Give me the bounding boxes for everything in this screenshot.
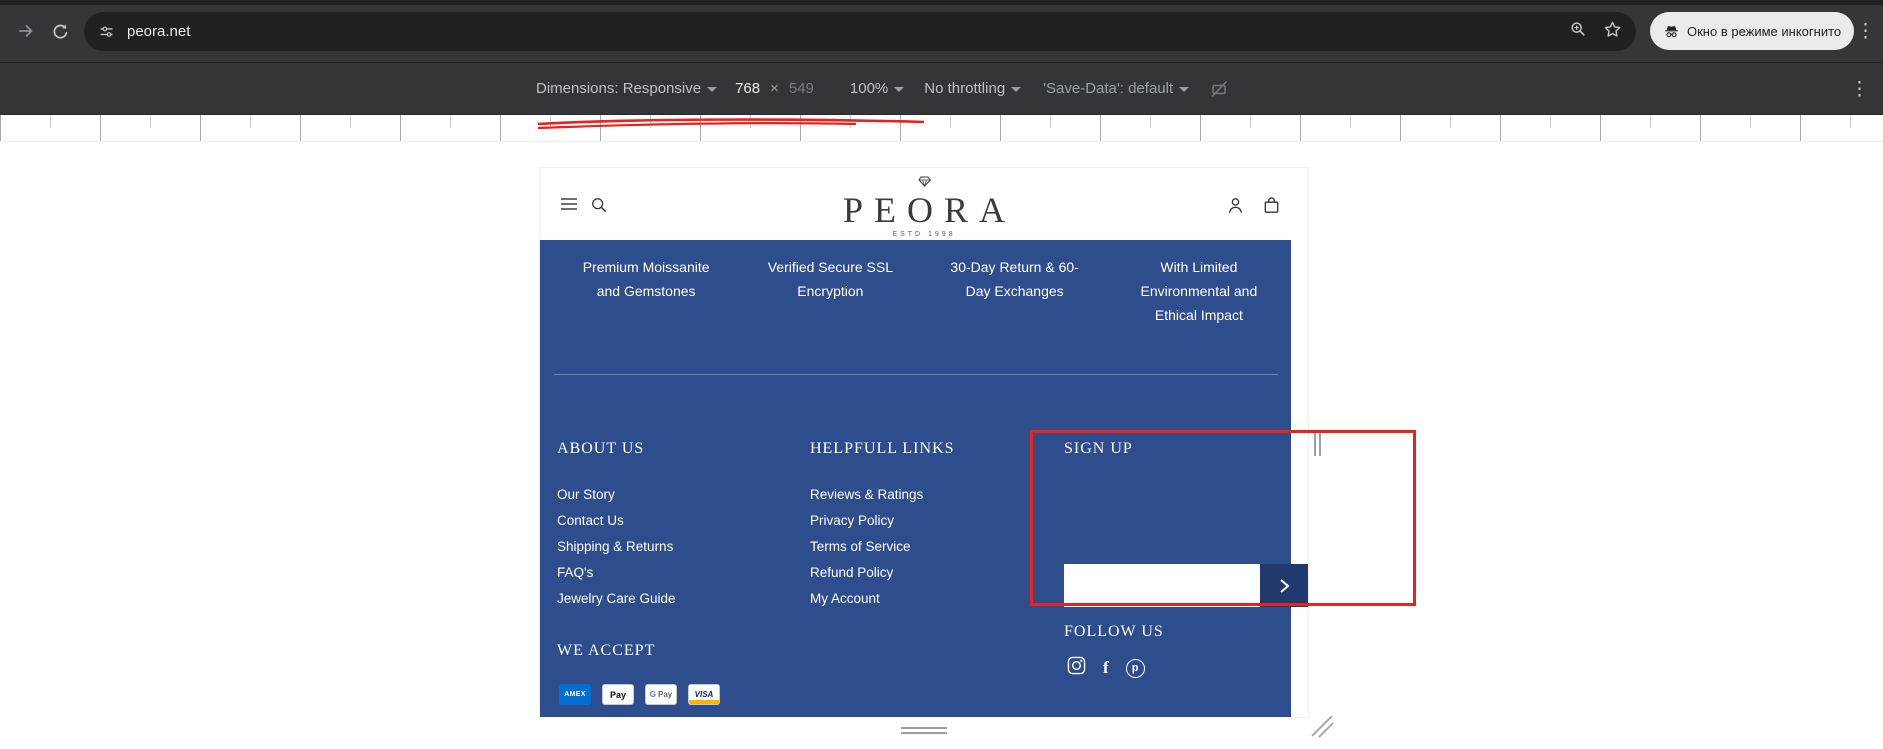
dimensions-dropdown[interactable]: Dimensions: Responsive (536, 80, 718, 97)
footer-section: Premium Moissanite and Gemstones Verifie… (540, 240, 1308, 717)
incognito-icon (1665, 25, 1678, 37)
newsletter-submit-button[interactable] (1260, 564, 1308, 607)
link-contact-us[interactable]: Contact Us (557, 508, 676, 534)
viewport-resize-handle-corner[interactable] (1306, 710, 1336, 745)
throttling-dropdown[interactable]: No throttling (924, 80, 1022, 97)
bookmark-star-icon[interactable] (1603, 20, 1622, 44)
device-viewport: PEORA ESTD 1998 Premium Moissanite and G… (540, 168, 1308, 717)
forward-arrow-icon (19, 25, 33, 37)
browser-toolbar: peora.net Окно в режиме инкогнито ⋮ (0, 0, 1883, 62)
viewport-width-input[interactable]: 768 (735, 80, 760, 97)
browser-menu-kebab-icon[interactable]: ⋮ (1856, 22, 1875, 41)
incognito-label: Окно в режиме инкогнито (1687, 23, 1842, 39)
zoom-in-icon[interactable] (1569, 20, 1587, 43)
benefit-item: Premium Moissanite and Gemstones (582, 259, 710, 299)
helpful-links-heading: HELPFULL LINKS (810, 440, 955, 457)
link-privacy-policy[interactable]: Privacy Policy (810, 508, 955, 534)
save-data-dropdown[interactable]: 'Save-Data': default (1043, 80, 1190, 97)
link-jewelry-care-guide[interactable]: Jewelry Care Guide (557, 586, 676, 612)
site-header: PEORA ESTD 1998 (540, 168, 1308, 240)
google-pay-icon: G Pay (645, 684, 677, 705)
caret-down-icon (707, 87, 718, 92)
cart-icon[interactable] (1262, 196, 1281, 215)
link-reviews-ratings[interactable]: Reviews & Ratings (810, 482, 955, 508)
reload-icon (53, 23, 67, 39)
payment-methods-row: AMEX Pay G Pay VISA (559, 684, 720, 705)
caret-down-icon (894, 87, 905, 92)
amex-icon: AMEX (559, 684, 591, 705)
benefit-item: With Limited Environmental and Ethical I… (1140, 259, 1258, 323)
horizontal-ruler (0, 115, 1883, 142)
zoom-dropdown[interactable]: 100% (850, 80, 905, 97)
caret-down-icon (1179, 87, 1190, 92)
dimensions-separator: × (770, 80, 779, 97)
link-refund-policy[interactable]: Refund Policy (810, 560, 955, 586)
benefit-item: 30-Day Return & 60- Day Exchanges (950, 259, 1079, 299)
account-icon[interactable] (1226, 196, 1245, 215)
link-shipping-returns[interactable]: Shipping & Returns (557, 534, 676, 560)
site-settings-icon[interactable] (98, 23, 115, 40)
we-accept-heading: WE ACCEPT (557, 642, 656, 659)
newsletter-email-input[interactable] (1064, 564, 1260, 607)
search-icon[interactable] (590, 196, 608, 214)
benefit-item: Verified Secure SSL Encryption (767, 259, 894, 299)
viewport-height-input[interactable]: 549 (789, 80, 814, 97)
site-logo[interactable]: PEORA ESTD 1998 (832, 174, 1016, 238)
window-top-edge (0, 0, 1883, 5)
about-us-heading: ABOUT US (557, 440, 645, 457)
instagram-icon[interactable] (1067, 656, 1086, 680)
sign-up-heading: SIGN UP (1064, 440, 1133, 457)
link-faqs[interactable]: FAQ's (557, 560, 676, 586)
logo-text: PEORA (842, 190, 1017, 230)
reload-button[interactable] (48, 19, 72, 43)
follow-us-heading: FOLLOW US (1064, 623, 1164, 640)
apple-pay-icon: Pay (602, 684, 634, 705)
viewport-resize-handle-bottom[interactable] (901, 727, 947, 735)
benefits-row: Premium Moissanite and Gemstones Verifie… (540, 240, 1291, 327)
address-bar[interactable]: peora.net (84, 12, 1636, 51)
pinterest-icon[interactable]: p (1125, 658, 1145, 678)
diamond-ring-icon (917, 176, 931, 188)
viewport-resize-handle-right[interactable] (1314, 430, 1323, 456)
footer-divider (554, 374, 1278, 375)
page-scrollbar-track[interactable] (1291, 240, 1308, 717)
incognito-badge[interactable]: Окно в режиме инкогнито (1650, 12, 1855, 50)
link-our-story[interactable]: Our Story (557, 482, 676, 508)
logo-subtext: ESTD 1998 (892, 230, 956, 238)
facebook-icon[interactable]: f (1103, 658, 1109, 678)
forward-button[interactable] (14, 19, 38, 43)
rotate-viewport-disabled-icon[interactable] (1209, 79, 1229, 99)
chevron-right-icon (1280, 578, 1290, 593)
caret-down-icon (1011, 87, 1022, 92)
menu-icon[interactable] (560, 196, 578, 212)
url-text: peora.net (127, 23, 191, 40)
visa-icon: VISA (688, 684, 720, 705)
devtools-menu-kebab-icon[interactable]: ⋮ (1850, 80, 1869, 99)
link-terms-of-service[interactable]: Terms of Service (810, 534, 955, 560)
link-my-account[interactable]: My Account (810, 586, 955, 612)
devtools-device-toolbar: Dimensions: Responsive 768 × 549 100% No… (0, 62, 1883, 115)
